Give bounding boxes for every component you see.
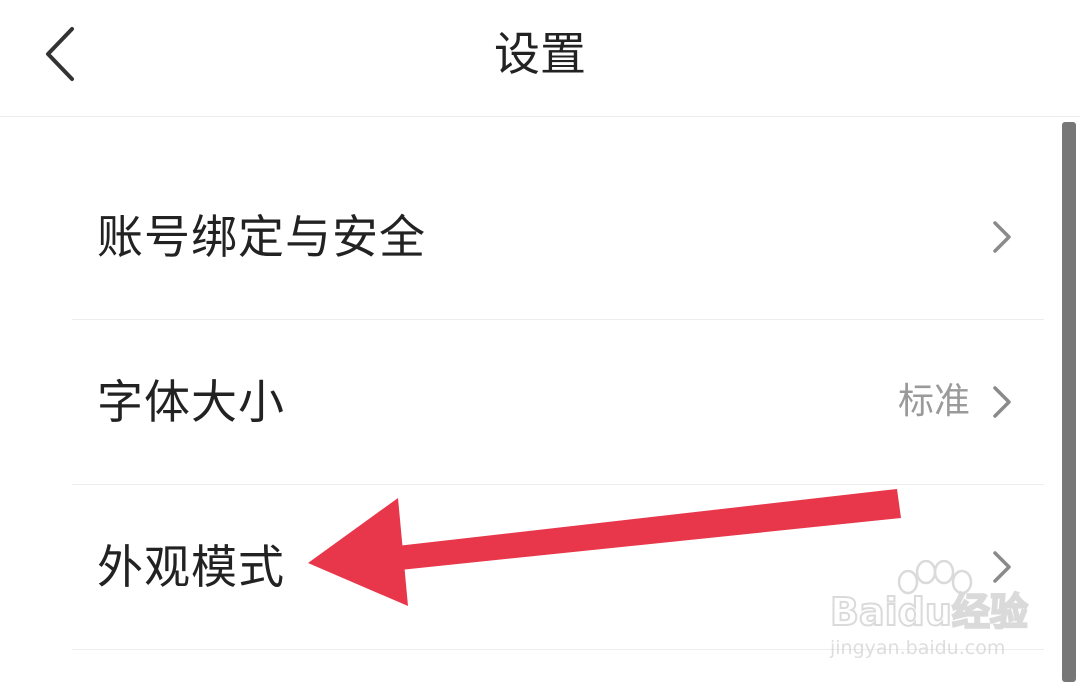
settings-list: 账号绑定与安全 字体大小 标准 外观模式 bbox=[72, 155, 1044, 650]
settings-item-label: 外观模式 bbox=[97, 540, 285, 594]
settings-item-label: 字体大小 bbox=[97, 375, 285, 429]
chevron-right-icon bbox=[993, 551, 1011, 583]
chevron-right-icon bbox=[993, 386, 1011, 418]
font-size-value: 标准 bbox=[897, 381, 970, 422]
settings-item-label: 账号绑定与安全 bbox=[97, 210, 426, 264]
page-title: 设置 bbox=[494, 27, 586, 81]
settings-item-font-size[interactable]: 字体大小 标准 bbox=[72, 320, 1044, 485]
chevron-right-icon bbox=[993, 221, 1011, 253]
scrollbar[interactable] bbox=[1062, 122, 1076, 682]
settings-item-appearance-mode[interactable]: 外观模式 bbox=[72, 485, 1044, 650]
top-bar: 设置 bbox=[0, 0, 1080, 117]
settings-item-account-security[interactable]: 账号绑定与安全 bbox=[72, 155, 1044, 320]
